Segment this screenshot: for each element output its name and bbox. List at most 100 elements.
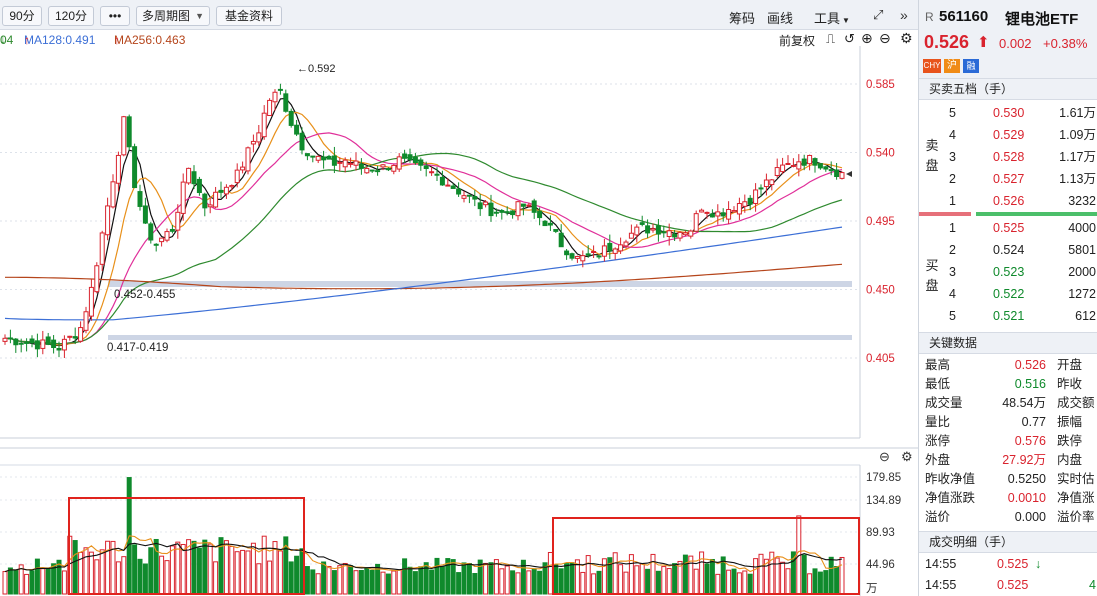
volume-bar <box>256 563 262 595</box>
volume-bar <box>159 555 165 595</box>
price: 0.522 <box>993 287 1025 301</box>
volume-settings-gear-icon[interactable]: ⚙ <box>901 449 913 464</box>
period-90min-button[interactable]: 90分 <box>2 6 42 26</box>
candle-body <box>67 335 73 338</box>
volume-bar <box>34 558 40 595</box>
chip-distribution-button[interactable]: 筹码 <box>729 8 755 27</box>
candle-body <box>256 132 262 143</box>
level: 3 <box>949 265 956 279</box>
volume-bar <box>439 566 445 595</box>
volume-bar <box>402 558 408 595</box>
double-chevron-right-icon[interactable]: » <box>900 7 908 23</box>
volume-bar <box>618 564 624 595</box>
candle-body <box>186 167 192 184</box>
orderbook-sell-row[interactable]: 5 0.530 1.61万 <box>919 103 1097 124</box>
volume-close-icon[interactable]: ⊖ <box>879 449 890 464</box>
more-periods-button[interactable]: ••• <box>100 6 130 26</box>
key-label-2: 溢价率 <box>1057 510 1095 524</box>
volume-bar <box>391 570 397 595</box>
tools-menu[interactable]: 工具 ▼ <box>814 8 850 27</box>
candle-body <box>504 211 510 214</box>
lock-icon[interactable]: ⎍ <box>826 31 835 47</box>
orderbook-sell-row[interactable]: 4 0.529 1.09万 <box>919 125 1097 146</box>
trade-volume: 4 <box>1089 578 1096 592</box>
level: 2 <box>949 243 956 257</box>
tag-sh: 沪 <box>944 59 960 73</box>
volume-bar <box>780 561 786 595</box>
kline-chart: 0.585 0.540 0.495 0.450 0.405 179.85 134.89 89… <box>0 46 918 596</box>
candle-body <box>83 311 89 331</box>
orderbook-buy-row[interactable]: 4 0.522 1272 <box>919 284 1097 305</box>
volume-bar <box>526 570 532 595</box>
chevron-down-icon: ▼ <box>195 11 204 21</box>
candle-body <box>180 181 186 214</box>
candle-body <box>828 169 834 172</box>
multi-period-dropdown[interactable]: 多周期图 ▼ <box>136 6 210 26</box>
level: 4 <box>949 287 956 301</box>
orderbook-buy-row[interactable]: 3 0.523 2000 <box>919 262 1097 283</box>
undo-icon[interactable]: ↺ <box>844 31 855 47</box>
volume-bar <box>342 562 348 595</box>
current-price-pointer-icon <box>846 171 852 177</box>
orderbook-sell-row[interactable]: 2 0.527 1.13万 <box>919 169 1097 190</box>
volume-bar <box>207 543 213 595</box>
settings-gear-icon[interactable]: ⚙ <box>900 30 913 47</box>
market-tag: R <box>925 10 934 24</box>
candle-body <box>164 231 170 241</box>
candle-body <box>823 166 829 170</box>
candle-body <box>510 210 516 216</box>
buy-side-label: 买盘 <box>925 258 939 293</box>
volume-bar <box>693 568 699 595</box>
candle-body <box>261 112 267 138</box>
volume-bar <box>569 562 575 595</box>
key-label: 最低 <box>925 377 951 391</box>
expand-icon[interactable]: ⤢ <box>873 7 883 23</box>
volume-bar <box>801 554 807 595</box>
candle-body <box>650 228 656 231</box>
volume-bar <box>828 556 834 595</box>
up-arrow-icon: ⬆ <box>977 34 990 51</box>
key-label: 溢价 <box>925 510 951 524</box>
candle-body <box>175 211 181 231</box>
candle-body <box>785 162 791 165</box>
fund-info-button[interactable]: 基金资料 <box>216 6 282 26</box>
volume-bar <box>456 572 462 595</box>
volume-bar <box>407 566 413 595</box>
candle-body <box>310 155 316 158</box>
zoom-out-icon[interactable]: ⊖ <box>879 30 891 47</box>
orderbook-buy-row[interactable]: 1 0.525 4000 <box>919 218 1097 239</box>
candle-body <box>688 230 694 237</box>
key-data-row: 净值涨跌 0.0010 净值涨 <box>919 489 1097 508</box>
ma-line-green <box>4 152 843 345</box>
volume-bar <box>240 549 246 595</box>
zoom-in-icon[interactable]: ⊕ <box>861 30 873 47</box>
candle-body <box>493 211 499 214</box>
volume-bar <box>812 568 818 595</box>
volume-bar <box>736 572 742 595</box>
candle-body <box>72 336 78 339</box>
caret-down-icon: ▼ <box>842 16 850 25</box>
period-120min-button[interactable]: 120分 <box>48 6 94 26</box>
candle-body <box>18 342 24 345</box>
candle-body <box>558 232 564 248</box>
candle-body <box>531 200 537 213</box>
orderbook-buy-row[interactable]: 5 0.521 612 <box>919 306 1097 327</box>
volume: 1.17万 <box>1059 150 1096 164</box>
price: 0.528 <box>993 150 1025 164</box>
orderbook-sell-row[interactable]: 3 0.528 1.17万 <box>919 147 1097 168</box>
candle-body <box>396 156 402 170</box>
key-label: 最高 <box>925 358 951 372</box>
draw-line-button[interactable]: 画线 <box>767 8 793 27</box>
level: 1 <box>949 221 956 235</box>
candle-body <box>364 167 370 174</box>
candle-body <box>40 339 46 349</box>
volume: 612 <box>1075 309 1096 323</box>
candle-body <box>148 223 154 241</box>
candle-body <box>51 339 57 349</box>
orderbook-buy-row[interactable]: 2 0.524 5801 <box>919 240 1097 261</box>
candle-body <box>358 163 364 169</box>
candle-body <box>742 201 748 207</box>
orderbook-sell-row[interactable]: 1 0.526 3232 <box>919 191 1097 212</box>
tag-margin: 融 <box>963 59 979 73</box>
trade-price: 0.525 <box>997 578 1029 592</box>
